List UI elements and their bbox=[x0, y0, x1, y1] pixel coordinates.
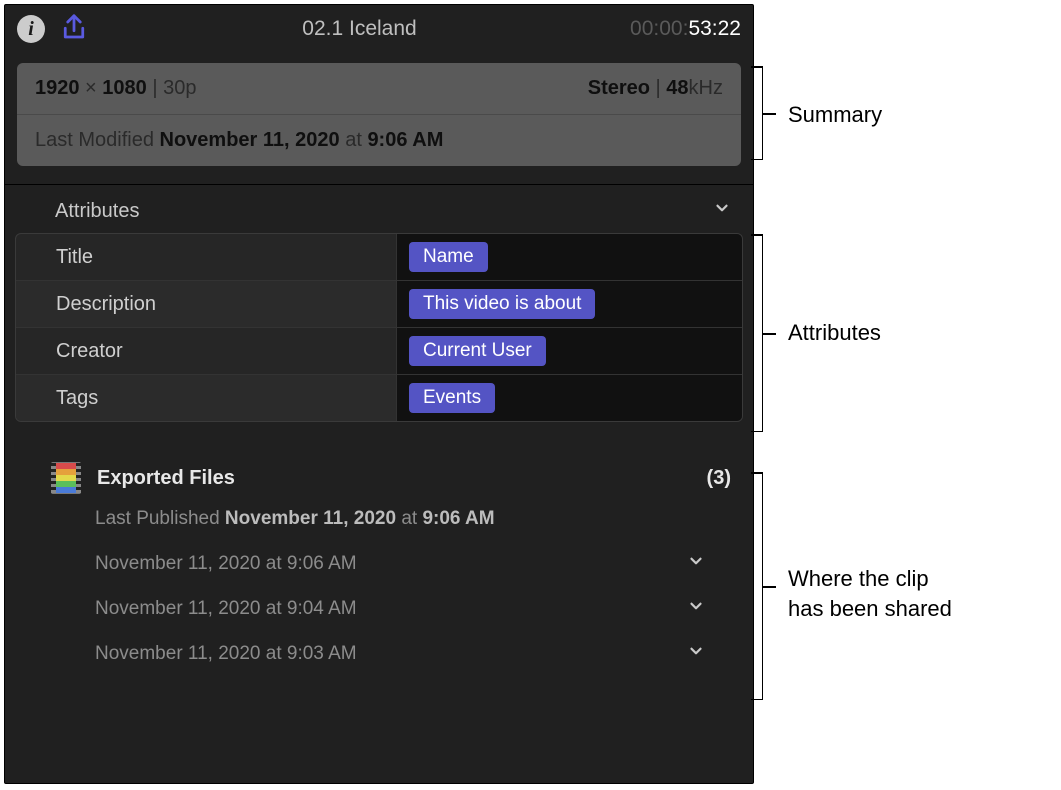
token-pill: Current User bbox=[409, 336, 546, 366]
exported-files-header[interactable]: Exported Files (3) bbox=[51, 462, 731, 494]
exported-file-timestamp: November 11, 2020 at 9:03 AM bbox=[95, 643, 357, 665]
callout-summary: Summary bbox=[788, 100, 882, 130]
exported-file-timestamp: November 11, 2020 at 9:04 AM bbox=[95, 598, 357, 620]
callout-shared: Where the clip has been shared bbox=[788, 564, 952, 623]
filmstrip-icon bbox=[51, 462, 81, 494]
attr-value-title[interactable]: Name bbox=[396, 234, 742, 280]
attr-value-description[interactable]: This video is about bbox=[396, 281, 742, 327]
callout-brace bbox=[762, 472, 763, 700]
attr-label: Description bbox=[16, 293, 396, 316]
exported-file-item[interactable]: November 11, 2020 at 9:06 AM bbox=[95, 552, 731, 575]
attr-row-title: Title Name bbox=[16, 234, 742, 280]
attributes-header[interactable]: Attributes bbox=[5, 185, 753, 233]
attr-value-tags[interactable]: Events bbox=[396, 375, 742, 421]
chevron-down-icon bbox=[687, 597, 705, 620]
attr-label: Creator bbox=[16, 340, 396, 363]
last-published: Last Published November 11, 2020 at 9:06… bbox=[95, 508, 731, 530]
exported-file-item[interactable]: November 11, 2020 at 9:03 AM bbox=[95, 642, 731, 665]
attributes-block: Title Name Description This video is abo… bbox=[15, 233, 743, 422]
project-title: 02.1 Iceland bbox=[89, 17, 630, 41]
token-pill: Events bbox=[409, 383, 495, 413]
share-inspector-panel: i 02.1 Iceland 00:00:53:22 1920 × 1080 |… bbox=[4, 4, 754, 784]
summary-row-modified: Last Modified November 11, 2020 at 9:06 … bbox=[17, 114, 741, 166]
attr-row-tags: Tags Events bbox=[16, 374, 742, 421]
audio-format: Stereo | 48kHz bbox=[588, 77, 723, 100]
summary-row-format: 1920 × 1080 | 30p Stereo | 48kHz bbox=[17, 63, 741, 114]
attr-label: Tags bbox=[16, 387, 396, 410]
token-pill: Name bbox=[409, 242, 488, 272]
exported-files-title: Exported Files bbox=[97, 467, 691, 490]
token-pill: This video is about bbox=[409, 289, 595, 319]
timecode: 00:00:53:22 bbox=[630, 17, 741, 41]
attributes-label: Attributes bbox=[55, 200, 139, 223]
attr-row-description: Description This video is about bbox=[16, 280, 742, 327]
inspector-header: i 02.1 Iceland 00:00:53:22 bbox=[5, 5, 753, 53]
share-icon[interactable] bbox=[59, 12, 89, 47]
summary-block: 1920 × 1080 | 30p Stereo | 48kHz Last Mo… bbox=[17, 63, 741, 166]
callout-brace bbox=[762, 66, 763, 160]
attr-row-creator: Creator Current User bbox=[16, 327, 742, 374]
chevron-down-icon bbox=[687, 642, 705, 665]
exported-files-count: (3) bbox=[707, 467, 731, 490]
last-modified: Last Modified November 11, 2020 at 9:06 … bbox=[35, 129, 443, 152]
exported-file-timestamp: November 11, 2020 at 9:06 AM bbox=[95, 553, 357, 575]
attr-value-creator[interactable]: Current User bbox=[396, 328, 742, 374]
chevron-down-icon bbox=[713, 199, 731, 223]
callout-attributes: Attributes bbox=[788, 318, 881, 348]
info-icon[interactable]: i bbox=[17, 15, 45, 43]
chevron-down-icon bbox=[687, 552, 705, 575]
exported-file-item[interactable]: November 11, 2020 at 9:04 AM bbox=[95, 597, 731, 620]
callout-brace bbox=[762, 234, 763, 432]
exported-files-section: Exported Files (3) Last Published Novemb… bbox=[5, 462, 753, 665]
attr-label: Title bbox=[16, 246, 396, 269]
video-format: 1920 × 1080 | 30p bbox=[35, 77, 196, 100]
